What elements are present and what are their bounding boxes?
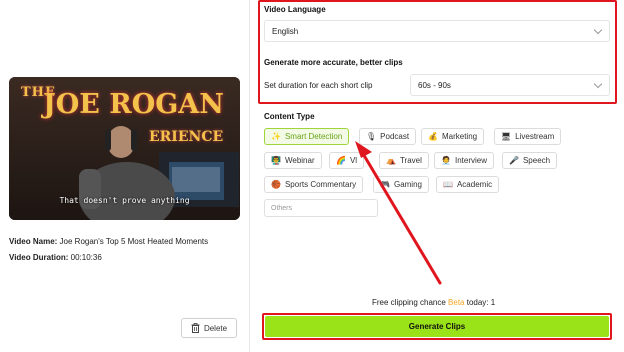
generate-clips-button[interactable]: Generate Clips [265,316,609,337]
show-logo-line2: JOE ROGAN [43,89,224,120]
chip-label: Livestream [515,132,555,141]
gamepad-icon: 🎮 [380,179,390,189]
tent-icon: ⛺ [386,155,396,165]
chip-label: Podcast [380,132,410,141]
sparkle-icon: ✨ [271,131,281,141]
delete-button[interactable]: Delete [181,318,237,338]
chip-label: Smart Detection [284,132,343,141]
video-duration-label: Video Duration: [9,253,69,262]
duration-select[interactable]: 60s - 90s [410,74,610,96]
chip-podcast[interactable]: 🎙 Podcast [359,128,417,145]
microphone-icon: 🎙 [366,131,377,141]
duration-select-value: 60s - 90s [418,80,451,90]
video-duration-row: Video Duration: 00:10:36 [9,253,102,262]
chip-label: Speech [522,156,551,165]
video-panel: THE JOE ROGAN ERIENCE That doesn't prove… [0,0,250,352]
chip-label: Travel [399,156,422,165]
chip-label: Interview [454,156,487,165]
others-input[interactable]: Others [264,199,378,217]
video-name-value: Joe Rogan's Top 5 Most Heated Moments [59,237,209,246]
teacher-icon: 👨‍🏫 [271,155,281,165]
language-select-value: English [272,26,299,36]
person-icon: 🧑‍💼 [441,155,451,165]
money-bag-icon: 💰 [428,131,438,141]
free-suffix: today: 1 [464,298,496,307]
video-name-label: Video Name: [9,237,58,246]
chevron-down-icon [593,79,603,89]
free-clipping-status: Free clipping chance Beta today: 1 [372,298,495,307]
chip-webinar[interactable]: 👨‍🏫 Webinar [264,152,322,169]
video-thumbnail[interactable]: THE JOE ROGAN ERIENCE That doesn't prove… [9,77,240,220]
video-duration-value: 00:10:36 [70,253,102,262]
video-caption: That doesn't prove anything [59,196,190,205]
chip-livestream[interactable]: 🖥 Livestream [494,128,562,145]
delete-label: Delete [203,323,228,333]
free-prefix: Free clipping chance [372,298,449,307]
video-name-row: Video Name: Joe Rogan's Top 5 Most Heate… [9,237,208,246]
chip-speech[interactable]: 🎤 Speech [502,152,558,169]
chip-sports-commentary[interactable]: 🏀 Sports Commentary [264,176,364,193]
chip-interview[interactable]: 🧑‍💼 Interview [434,152,494,169]
beta-badge: Beta [448,298,465,307]
rainbow-icon: 🌈 [336,155,346,165]
chip-marketing[interactable]: 💰 Marketing [421,128,485,145]
chip-label: Webinar [284,156,315,165]
others-placeholder: Others [271,204,293,212]
chip-label: Marketing [441,132,478,141]
chip-label: Academic [456,180,493,189]
show-logo-line3: ERIENCE [149,129,224,145]
microphone-icon: 🎤 [509,155,519,165]
basketball-icon: 🏀 [271,179,281,189]
chip-label: Sports Commentary [284,180,357,189]
chevron-down-icon [593,25,603,35]
chip-gaming[interactable]: 🎮 Gaming [373,176,429,193]
chip-vlog[interactable]: 🌈 Vl [329,152,365,169]
book-icon: 📖 [443,179,453,189]
chip-label: Gaming [393,180,422,189]
language-select[interactable]: English [264,20,610,42]
accuracy-title: Generate more accurate, better clips [264,58,403,67]
chip-academic[interactable]: 📖 Academic [436,176,500,193]
duration-label: Set duration for each short clip [264,81,373,90]
monitor-icon: 🖥 [501,131,512,141]
chip-label: Vl [349,156,358,165]
chip-travel[interactable]: ⛺ Travel [379,152,429,169]
content-type-title: Content Type [264,112,315,121]
chip-smart-detection[interactable]: ✨ Smart Detection [264,128,350,145]
video-language-title: Video Language [264,5,326,14]
trash-icon [191,323,200,333]
